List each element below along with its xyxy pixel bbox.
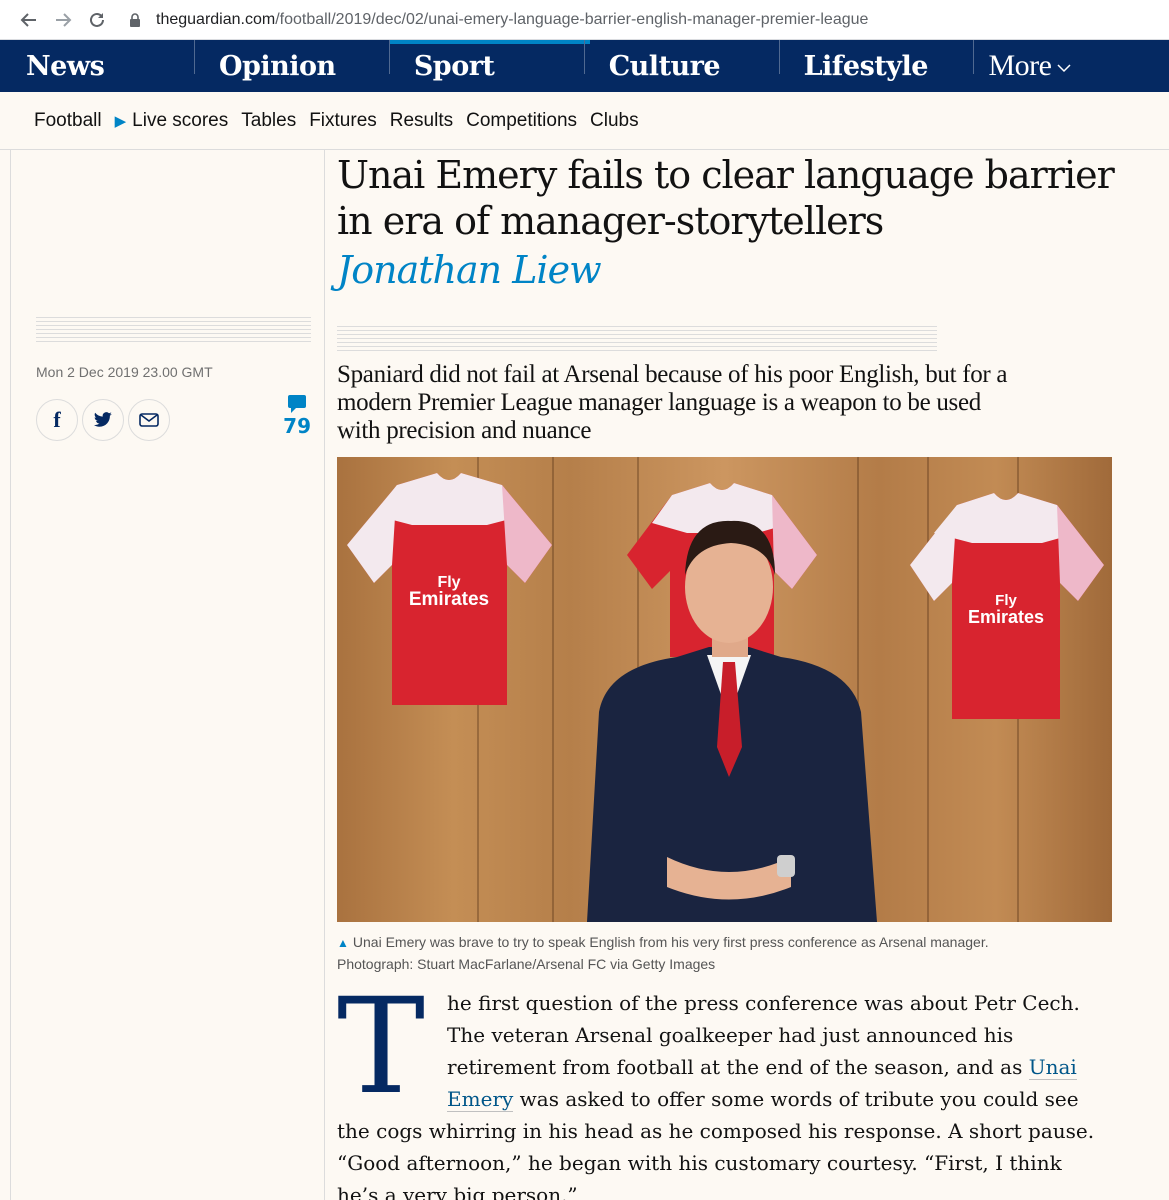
subnav-results[interactable]: Results <box>390 110 453 132</box>
dateline: Mon 2 Dec 2019 23.00 GMT <box>36 364 213 380</box>
standfirst: Spaniard did not fail at Arsenal because… <box>337 361 1008 444</box>
subnav-competitions[interactable]: Competitions <box>466 110 577 132</box>
image-caption: ▲ Unai Emery was brave to try to speak En… <box>337 932 1127 975</box>
comment-bubble-icon <box>288 395 307 413</box>
article-body: The first question of the press conferen… <box>337 970 1097 1200</box>
subnav-label: Clubs <box>590 109 639 131</box>
person-figure <box>587 520 877 922</box>
pillar-label: News <box>26 50 105 82</box>
triangle-up-icon: ▲ <box>337 936 349 950</box>
subnav-tables[interactable]: Tables <box>241 110 296 132</box>
subnav-label: Results <box>389 109 454 131</box>
arrow-right-icon <box>56 12 72 27</box>
byline-author-link[interactable]: Jonathan Liew <box>337 246 1127 294</box>
subnav-label: Football <box>34 109 102 131</box>
headline: Unai Emery fails to clear language barri… <box>337 153 1115 243</box>
pillar-nav: News Opinion Sport Culture Lifestyle Mor… <box>0 40 1169 92</box>
browser-toolbar: theguardian.com/football/2019/dec/02/una… <box>0 0 1169 40</box>
share-facebook-button[interactable]: f <box>36 399 78 441</box>
main-rule-lines <box>337 326 937 353</box>
article-main-image[interactable]: Fly Emirates Fly Emirates <box>337 457 1112 922</box>
caption-text: Unai Emery was brave to try to speak Eng… <box>352 934 989 950</box>
email-icon <box>139 413 159 427</box>
pillar-label: Opinion <box>218 50 336 82</box>
section-subnav: Football ▶ Live scores Tables Fixtures Re… <box>0 92 1169 150</box>
column-divider <box>10 150 11 1200</box>
arrow-left-icon <box>20 12 36 27</box>
article-main: Unai Emery fails to clear language barri… <box>337 150 1127 1200</box>
chevron-down-icon <box>1057 64 1071 73</box>
reload-button[interactable] <box>80 3 114 37</box>
pillar-label: Lifestyle <box>803 50 929 82</box>
more-label: More <box>988 49 1052 82</box>
pillar-culture[interactable]: Culture <box>585 40 780 92</box>
address-bar[interactable]: theguardian.com/football/2019/dec/02/una… <box>128 5 1169 35</box>
column-divider <box>324 150 325 1200</box>
triangle-right-icon: ▶ <box>114 112 127 130</box>
share-twitter-button[interactable] <box>82 399 124 441</box>
share-bar: f 79 <box>36 395 311 441</box>
more-menu-button[interactable]: More <box>974 40 1169 92</box>
forward-button[interactable] <box>46 3 80 37</box>
meta-rule-lines <box>36 317 311 344</box>
pillar-opinion[interactable]: Opinion <box>195 40 390 92</box>
share-email-button[interactable] <box>128 399 170 441</box>
subnav-label: Tables <box>241 109 297 131</box>
lock-icon <box>130 12 140 27</box>
pillar-label: Sport <box>413 50 495 82</box>
subnav-fixtures[interactable]: Fixtures <box>309 110 377 132</box>
subnav-label: Live scores <box>132 109 229 131</box>
subnav-label: Competitions <box>466 109 578 131</box>
pillar-label: Culture <box>608 50 721 82</box>
reload-icon <box>90 12 104 27</box>
body-text: he first question of the press conferenc… <box>447 991 1080 1079</box>
url-path: /football/2019/dec/02/unai-emery-languag… <box>275 10 869 28</box>
url-text: theguardian.com/football/2019/dec/02/una… <box>156 11 868 29</box>
subnav-football[interactable]: Football <box>34 110 102 132</box>
twitter-icon <box>93 412 112 427</box>
drop-cap: T <box>337 970 426 1124</box>
pillar-news[interactable]: News <box>0 40 195 92</box>
back-button[interactable] <box>12 3 46 37</box>
subnav-clubs[interactable]: Clubs <box>590 110 639 132</box>
subnav-live-scores[interactable]: ▶ Live scores <box>115 110 229 132</box>
pillar-lifestyle[interactable]: Lifestyle <box>780 40 975 92</box>
article-meta: Mon 2 Dec 2019 23.00 GMT f 79 <box>36 150 311 441</box>
url-host: theguardian.com <box>156 10 276 28</box>
facebook-icon: f <box>53 407 61 432</box>
subnav-label: Fixtures <box>309 109 377 131</box>
photo-credit: Photograph: Stuart MacFarlane/Arsenal FC… <box>337 956 716 972</box>
pillar-sport[interactable]: Sport <box>389 40 590 92</box>
article-layout: Mon 2 Dec 2019 23.00 GMT f 79 Unai Emery… <box>0 150 1169 1200</box>
comment-count: 79 <box>283 414 311 438</box>
comment-count-button[interactable]: 79 <box>283 395 311 438</box>
